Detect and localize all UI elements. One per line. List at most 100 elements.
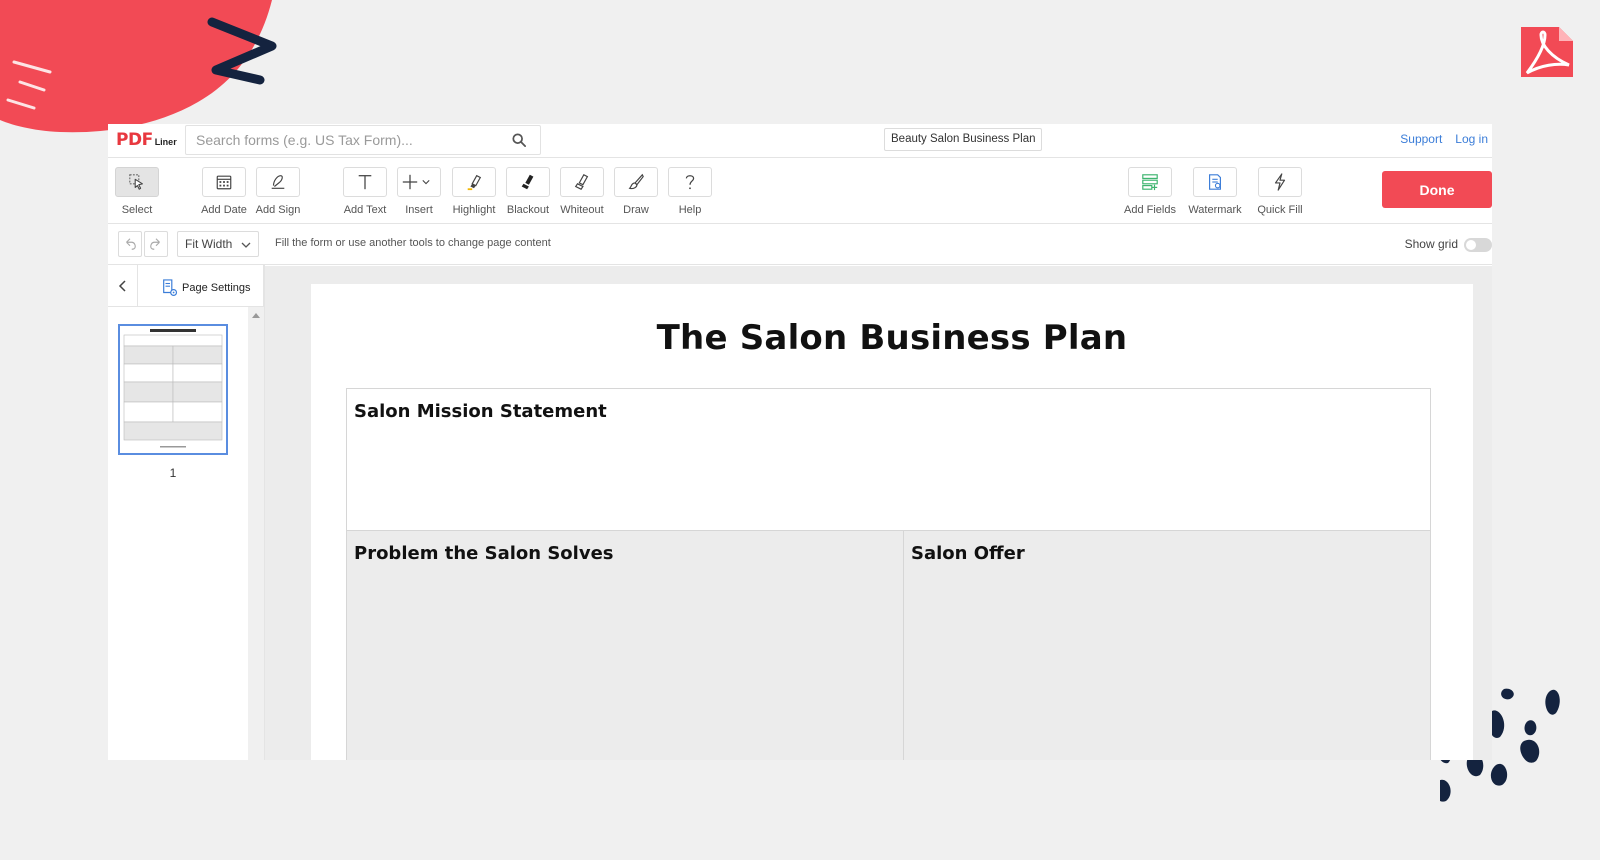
highlight-tool-box [452,167,496,197]
watermark-label: Watermark [1188,204,1242,216]
blackout-tool-box [506,167,550,197]
signature-pen-icon [271,175,285,189]
cursor-select-icon [129,174,143,190]
page-settings-button[interactable]: Page Settings [161,279,251,297]
help-tool-box [668,167,712,197]
search-input[interactable] [196,132,506,148]
blackout-tool[interactable]: Blackout [500,167,556,216]
pdfliner-logo-icon [1521,27,1573,77]
draw-label: Draw [623,204,649,216]
logo-text: PDF [116,130,153,150]
show-grid-label: Show grid [1404,237,1458,251]
highlight-tool[interactable]: Highlight [446,167,502,216]
fields-list-icon [1142,174,1158,191]
undo-button[interactable] [118,231,142,257]
watermark-tool[interactable]: Watermark [1187,167,1243,216]
page-settings-label: Page Settings [182,282,251,294]
add-date-tool[interactable]: Add Date [196,167,252,216]
insert-label: Insert [405,204,433,216]
quick-fill-tool-box [1258,167,1302,197]
add-text-label: Add Text [343,204,387,216]
undo-icon [126,238,136,250]
top-bar: PDF Liner Beauty Salon Business Plan Sup… [108,124,1492,158]
mission-statement-box[interactable]: Salon Mission Statement [346,388,1431,531]
sub-toolbar: Fit Width Fill the form or use another t… [108,224,1492,265]
whiteout-tool-box [560,167,604,197]
draw-tool-box [614,167,658,197]
zoom-select[interactable]: Fit Width [177,231,259,257]
zoom-value: Fit Width [185,237,233,251]
show-grid-toggle[interactable] [1464,238,1492,252]
help-label: Help [678,204,702,216]
whiteout-label: Whiteout [560,204,604,216]
offer-label: Salon Offer [911,543,1025,564]
add-text-tool-box [343,167,387,197]
draw-tool[interactable]: Draw [608,167,664,216]
blackout-label: Blackout [506,204,550,216]
brush-icon [628,173,644,190]
toolbar: Select Add Date Add Sign Add Text Insert… [108,158,1492,224]
document-page[interactable]: The Salon Business Plan Salon Mission St… [311,284,1473,760]
document-title[interactable]: Beauty Salon Business Plan [884,128,1043,151]
search-icon[interactable] [512,133,526,147]
add-text-tool[interactable]: Add Text [337,167,393,216]
add-fields-tool-box [1128,167,1172,197]
document-canvas: The Salon Business Plan Salon Mission St… [265,266,1492,760]
page-settings-icon [163,279,178,296]
plus-icon [402,174,417,190]
page-number: 1 [169,466,177,480]
login-link[interactable]: Log in [1455,132,1488,146]
problem-label: Problem the Salon Solves [354,543,614,564]
top-links: Support Log in [1400,132,1488,146]
red-brush-decoration [0,0,277,133]
app-logo[interactable]: PDF Liner [116,130,177,152]
instruction-text: Fill the form or use another tools to ch… [275,237,551,249]
watermark-tool-box [1193,167,1237,197]
lightning-icon [1274,173,1286,191]
redo-icon [150,238,160,250]
add-fields-label: Add Fields [1124,204,1176,216]
page-thumbnail[interactable] [118,324,228,455]
app-window: PDF Liner Beauty Salon Business Plan Sup… [108,124,1492,760]
select-tool-box [115,167,159,197]
help-tool[interactable]: Help [662,167,718,216]
quick-fill-tool[interactable]: Quick Fill [1252,167,1308,216]
document-heading: The Salon Business Plan [656,318,1128,358]
collapse-sidebar-button[interactable] [108,265,138,307]
question-mark-icon [685,175,695,190]
done-button[interactable]: Done [1382,171,1492,208]
toggle-knob [1466,240,1476,250]
text-t-icon [358,175,372,190]
select-tool[interactable]: Select [109,167,165,216]
highlight-label: Highlight [452,204,496,216]
add-sign-tool[interactable]: Add Sign [250,167,306,216]
whiteout-tool[interactable]: Whiteout [554,167,610,216]
offer-box[interactable]: Salon Offer [903,530,1431,760]
add-date-label: Add Date [201,204,247,216]
insert-tool[interactable]: Insert [391,167,447,216]
scroll-up-arrow-icon[interactable] [252,313,260,318]
calendar-icon [216,175,232,190]
blackout-marker-icon [521,174,534,190]
support-link[interactable]: Support [1400,132,1442,146]
mission-statement-label: Salon Mission Statement [354,401,607,422]
chevron-down-icon [421,180,430,185]
watermark-document-icon [1209,174,1221,190]
add-fields-tool[interactable]: Add Fields [1122,167,1178,216]
add-date-tool-box [202,167,246,197]
add-sign-tool-box [256,167,300,197]
search-box [185,125,541,155]
chevron-left-icon [118,280,126,292]
add-sign-label: Add Sign [255,204,301,216]
redo-button[interactable] [144,231,168,257]
whiteout-marker-icon [574,174,589,190]
insert-tool-box [397,167,441,197]
sidebar-header: Page Settings [108,265,264,307]
select-tool-label: Select [121,204,153,216]
logo-subtext: Liner [154,137,177,147]
thumbnail-scrollbar[interactable] [248,307,264,760]
highlighter-icon [467,174,482,191]
quick-fill-label: Quick Fill [1257,204,1303,216]
chevron-down-icon [241,242,251,248]
problem-box[interactable]: Problem the Salon Solves [346,530,904,760]
